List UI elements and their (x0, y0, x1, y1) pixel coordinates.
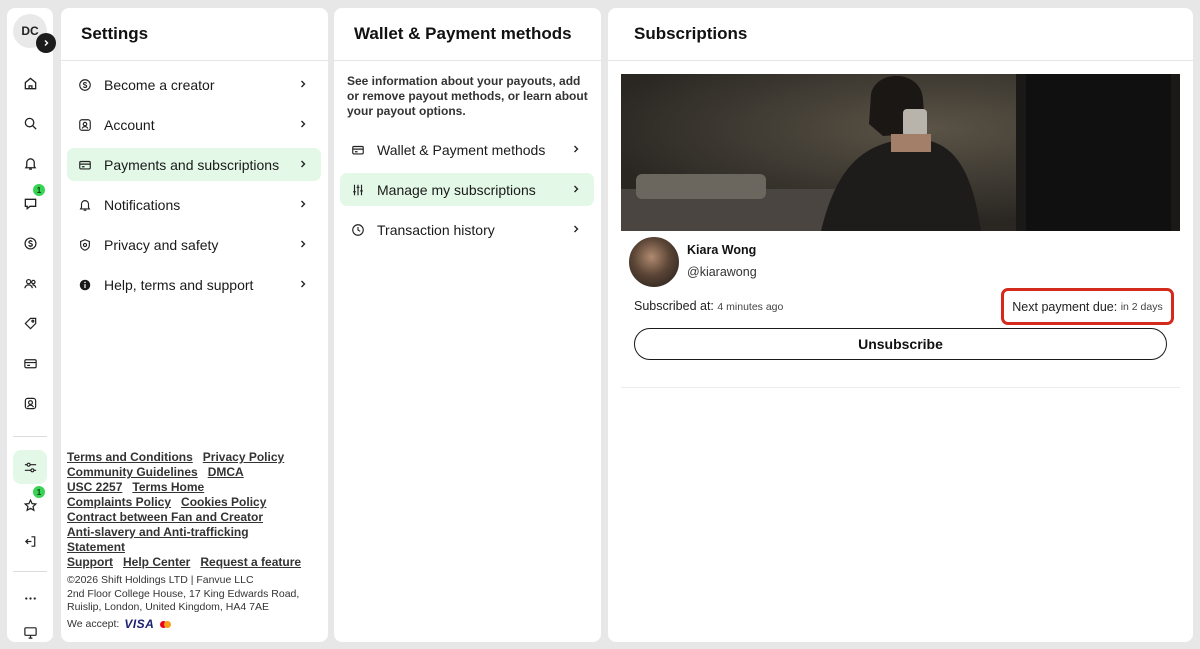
settings-item-account[interactable]: Account (67, 108, 321, 141)
chevron-right-icon (574, 145, 579, 153)
chevron-right-icon (301, 200, 306, 208)
footer-links: Terms and Conditions Privacy Policy Commu… (67, 450, 317, 570)
settings-item-label: Become a creator (104, 76, 215, 93)
cookies-link[interactable]: Cookies Policy (181, 495, 266, 509)
wallet-title: Wallet & Payment methods (334, 8, 601, 61)
support-link[interactable]: Support (67, 555, 113, 569)
creator-handle: @kiarawong (687, 265, 757, 279)
we-accept-label: We accept: (67, 618, 120, 630)
wallet-item-label: Manage my subscriptions (377, 181, 536, 198)
request-feature-link[interactable]: Request a feature (200, 555, 301, 569)
wallet-item-transaction-history[interactable]: Transaction history (340, 213, 594, 246)
chevron-right-icon (301, 80, 306, 88)
home-icon[interactable] (13, 66, 47, 100)
anti-slavery-link[interactable]: Anti-slavery and Anti-trafficking Statem… (67, 525, 267, 555)
privacy-link[interactable]: Privacy Policy (203, 450, 284, 464)
payment-methods-accepted: We accept: VISA (67, 617, 172, 631)
dollar-icon[interactable] (13, 226, 47, 260)
settings-item-payments[interactable]: Payments and subscriptions (67, 148, 321, 181)
star-icon[interactable]: 1 (13, 486, 47, 522)
copyright-text: ©2026 Shift Holdings LTD | Fanvue LLC 2n… (67, 574, 317, 615)
community-link[interactable]: Community Guidelines (67, 465, 198, 479)
settings-sliders-icon[interactable] (13, 450, 47, 484)
icon-rail: DC 1 1 (7, 8, 53, 642)
usc-link[interactable]: USC 2257 (67, 480, 122, 494)
subscribed-label: Subscribed at: (634, 299, 714, 313)
subscribed-value: 4 minutes ago (717, 301, 784, 313)
unsubscribe-button[interactable]: Unsubscribe (634, 328, 1167, 360)
creator-avatar[interactable] (627, 235, 681, 289)
dollar-circle-icon (78, 78, 92, 92)
more-icon[interactable] (13, 581, 47, 615)
subscribed-at: Subscribed at: 4 minutes ago (634, 299, 783, 313)
terms-home-link[interactable]: Terms Home (132, 480, 204, 494)
settings-item-privacy[interactable]: Privacy and safety (67, 228, 321, 261)
messages-icon[interactable]: 1 (13, 184, 47, 220)
user-square-icon (78, 118, 92, 132)
dmca-link[interactable]: DMCA (208, 465, 244, 479)
card-icon (78, 158, 92, 172)
next-payment-due: Next payment due: in 2 days (1001, 288, 1174, 325)
bell-icon[interactable] (13, 146, 47, 180)
terms-link[interactable]: Terms and Conditions (67, 450, 193, 464)
wallet-item-label: Transaction history (377, 221, 495, 238)
search-icon[interactable] (13, 106, 47, 140)
wallet-panel: Wallet & Payment methods See information… (334, 8, 601, 642)
people-icon[interactable] (13, 266, 47, 300)
subscription-divider (621, 387, 1180, 388)
settings-item-help[interactable]: Help, terms and support (67, 268, 321, 301)
subscriptions-title: Subscriptions (608, 8, 1193, 61)
settings-title: Settings (61, 8, 328, 61)
wallet-description: See information about your payouts, add … (347, 74, 588, 118)
subscriptions-panel: Subscriptions Kiara Wong @kiarawong Subs… (608, 8, 1193, 642)
monitor-icon[interactable] (13, 615, 47, 642)
bell-icon (78, 198, 92, 212)
address-line: 2nd Floor College House, 17 King Edwards… (67, 587, 300, 614)
next-payment-value: in 2 days (1120, 300, 1163, 313)
sliders-icon (351, 183, 365, 197)
tag-icon[interactable] (13, 306, 47, 340)
settings-item-label: Payments and subscriptions (104, 156, 280, 173)
settings-item-notifications[interactable]: Notifications (67, 188, 321, 221)
complaints-link[interactable]: Complaints Policy (67, 495, 171, 509)
settings-item-become-creator[interactable]: Become a creator (67, 68, 321, 101)
chevron-right-icon (574, 185, 579, 193)
star-badge: 1 (33, 486, 45, 498)
settings-panel: Settings Become a creator Account Paymen… (61, 8, 328, 642)
logout-icon[interactable] (13, 524, 47, 558)
copyright-line: ©2026 Shift Holdings LTD | Fanvue LLC (67, 574, 254, 586)
shield-search-icon (78, 238, 92, 252)
cover-photo-illustration (621, 74, 1180, 231)
expand-sidebar-button[interactable] (36, 33, 56, 53)
creator-name[interactable]: Kiara Wong (687, 243, 756, 257)
card-icon (351, 143, 365, 157)
next-payment-label: Next payment due: (1012, 299, 1118, 314)
wallet-item-payment-methods[interactable]: Wallet & Payment methods (340, 133, 594, 166)
settings-item-label: Help, terms and support (104, 276, 254, 293)
settings-item-label: Privacy and safety (104, 236, 219, 253)
creator-cover-image[interactable] (621, 74, 1180, 231)
chevron-right-icon (44, 40, 49, 46)
chevron-right-icon (301, 160, 306, 168)
help-center-link[interactable]: Help Center (123, 555, 190, 569)
rail-divider (13, 436, 47, 437)
messages-badge: 1 (33, 184, 45, 196)
settings-item-label: Account (104, 116, 155, 133)
wallet-item-manage-subscriptions[interactable]: Manage my subscriptions (340, 173, 594, 206)
mastercard-icon (160, 620, 172, 628)
settings-item-label: Notifications (104, 196, 181, 213)
contract-link[interactable]: Contract between Fan and Creator (67, 510, 263, 524)
rail-divider (13, 571, 47, 572)
info-icon (78, 278, 92, 292)
card-icon[interactable] (13, 346, 47, 380)
clock-icon (351, 223, 365, 237)
chevron-right-icon (574, 225, 579, 233)
chevron-right-icon (301, 280, 306, 288)
chevron-right-icon (301, 240, 306, 248)
profile-icon[interactable] (13, 386, 47, 420)
visa-logo: VISA (124, 617, 155, 631)
wallet-item-label: Wallet & Payment methods (377, 141, 546, 158)
chevron-right-icon (301, 120, 306, 128)
